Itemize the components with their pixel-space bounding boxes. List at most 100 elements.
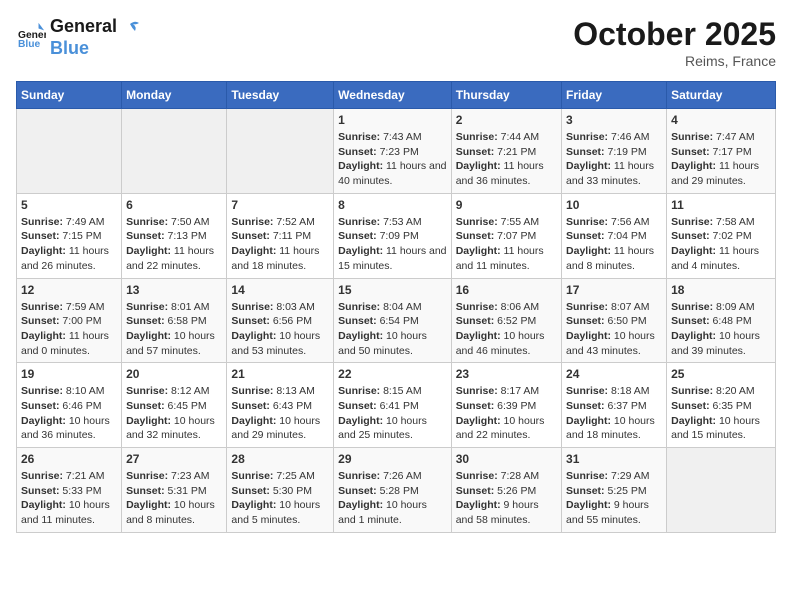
header-day-sunday: Sunday: [17, 82, 122, 109]
cell-content: Sunrise: 7:29 AMSunset: 5:25 PMDaylight:…: [566, 469, 662, 528]
day-number: 29: [338, 452, 447, 466]
cell-line: Sunset: 7:07 PM: [456, 229, 557, 244]
calendar-cell: 16 Sunrise: 8:06 AMSunset: 6:52 PMDayligh…: [451, 278, 561, 363]
cell-line: Daylight: 11 hours and 4 minutes.: [671, 244, 771, 273]
day-number: 14: [231, 283, 329, 297]
day-number: 12: [21, 283, 117, 297]
cell-line: Sunset: 6:56 PM: [231, 314, 329, 329]
cell-line: Daylight: 11 hours and 29 minutes.: [671, 159, 771, 188]
cell-line: Sunrise: 8:17 AM: [456, 384, 557, 399]
header-day-saturday: Saturday: [667, 82, 776, 109]
day-number: 2: [456, 113, 557, 127]
week-row-3: 19Sunrise: 8:10 AMSunset: 6:46 PMDayligh…: [17, 363, 776, 448]
cell-content: Sunrise: 7:55 AMSunset: 7:07 PMDaylight:…: [456, 215, 557, 274]
day-number: 23: [456, 367, 557, 381]
day-number: 5: [21, 198, 117, 212]
cell-content: Sunrise: 8:13 AMSunset: 6:43 PMDaylight:…: [231, 384, 329, 443]
cell-content: Sunrise: 7:52 AMSunset: 7:11 PMDaylight:…: [231, 215, 329, 274]
day-number: 18: [671, 283, 771, 297]
cell-line: Sunset: 7:21 PM: [456, 145, 557, 160]
cell-line: Sunset: 5:28 PM: [338, 484, 447, 499]
cell-line: Sunset: 6:54 PM: [338, 314, 447, 329]
calendar-cell: 17Sunrise: 8:07 AMSunset: 6:50 PMDayligh…: [562, 278, 667, 363]
calendar-cell: 10Sunrise: 7:56 AMSunset: 7:04 PMDayligh…: [562, 193, 667, 278]
cell-line: Sunrise: 7:29 AM: [566, 469, 662, 484]
day-number: 19: [21, 367, 117, 381]
calendar-cell: 23Sunrise: 8:17 AMSunset: 6:39 PMDayligh…: [451, 363, 561, 448]
header-day-friday: Friday: [562, 82, 667, 109]
day-number: 16: [456, 283, 557, 297]
header-row: SundayMondayTuesdayWednesdayThursdayFrid…: [17, 82, 776, 109]
cell-line: Daylight: 11 hours and 18 minutes.: [231, 244, 329, 273]
cell-line: Sunset: 7:09 PM: [338, 229, 447, 244]
cell-content: Sunrise: 8:12 AMSunset: 6:45 PMDaylight:…: [126, 384, 222, 443]
cell-line: Sunset: 6:52 PM: [456, 314, 557, 329]
cell-line: Sunset: 7:17 PM: [671, 145, 771, 160]
cell-content: Sunrise: 7:25 AMSunset: 5:30 PMDaylight:…: [231, 469, 329, 528]
cell-line: Sunrise: 7:23 AM: [126, 469, 222, 484]
cell-content: Sunrise: 7:49 AMSunset: 7:15 PMDaylight:…: [21, 215, 117, 274]
cell-line: Sunset: 5:26 PM: [456, 484, 557, 499]
cell-content: Sunrise: 8:07 AMSunset: 6:50 PMDaylight:…: [566, 300, 662, 359]
day-number: 24: [566, 367, 662, 381]
day-number: 20: [126, 367, 222, 381]
cell-content: Sunrise: 7:46 AMSunset: 7:19 PMDaylight:…: [566, 130, 662, 189]
day-number: 22: [338, 367, 447, 381]
cell-line: Sunset: 6:37 PM: [566, 399, 662, 414]
cell-line: Sunrise: 8:04 AM: [338, 300, 447, 315]
cell-line: Daylight: 10 hours and 39 minutes.: [671, 329, 771, 358]
calendar-cell: 21Sunrise: 8:13 AMSunset: 6:43 PMDayligh…: [227, 363, 334, 448]
header-day-wednesday: Wednesday: [334, 82, 452, 109]
week-row-1: 5 Sunrise: 7:49 AMSunset: 7:15 PMDaylight…: [17, 193, 776, 278]
cell-line: Sunset: 7:00 PM: [21, 314, 117, 329]
cell-content: Sunrise: 7:28 AMSunset: 5:26 PMDaylight:…: [456, 469, 557, 528]
logo: General Blue General Blue: [16, 16, 141, 59]
day-number: 26: [21, 452, 117, 466]
calendar-cell: 14 Sunrise: 8:03 AMSunset: 6:56 PMDayligh…: [227, 278, 334, 363]
calendar-cell: [17, 109, 122, 194]
header-day-tuesday: Tuesday: [227, 82, 334, 109]
calendar-cell: 1Sunrise: 7:43 AMSunset: 7:23 PMDaylight…: [334, 109, 452, 194]
cell-content: Sunrise: 8:18 AMSunset: 6:37 PMDaylight:…: [566, 384, 662, 443]
calendar-cell: 8Sunrise: 7:53 AMSunset: 7:09 PMDaylight…: [334, 193, 452, 278]
svg-text:Blue: Blue: [18, 39, 41, 49]
cell-content: Sunrise: 8:06 AMSunset: 6:52 PMDaylight:…: [456, 300, 557, 359]
cell-line: Sunset: 6:58 PM: [126, 314, 222, 329]
day-number: 1: [338, 113, 447, 127]
calendar-cell: 26Sunrise: 7:21 AMSunset: 5:33 PMDayligh…: [17, 448, 122, 533]
cell-line: Sunrise: 7:47 AM: [671, 130, 771, 145]
day-number: 9: [456, 198, 557, 212]
cell-content: Sunrise: 7:44 AMSunset: 7:21 PMDaylight:…: [456, 130, 557, 189]
cell-content: Sunrise: 8:03 AMSunset: 6:56 PMDaylight:…: [231, 300, 329, 359]
calendar-cell: 6Sunrise: 7:50 AMSunset: 7:13 PMDaylight…: [122, 193, 227, 278]
day-number: 3: [566, 113, 662, 127]
cell-content: Sunrise: 7:26 AMSunset: 5:28 PMDaylight:…: [338, 469, 447, 528]
calendar-cell: [122, 109, 227, 194]
cell-line: Sunset: 7:13 PM: [126, 229, 222, 244]
cell-line: Sunrise: 8:09 AM: [671, 300, 771, 315]
cell-line: Sunrise: 7:52 AM: [231, 215, 329, 230]
cell-line: Daylight: 10 hours and 53 minutes.: [231, 329, 329, 358]
cell-line: Sunrise: 7:53 AM: [338, 215, 447, 230]
cell-content: Sunrise: 7:58 AMSunset: 7:02 PMDaylight:…: [671, 215, 771, 274]
cell-line: Sunset: 6:50 PM: [566, 314, 662, 329]
calendar-cell: 28Sunrise: 7:25 AMSunset: 5:30 PMDayligh…: [227, 448, 334, 533]
calendar-table: SundayMondayTuesdayWednesdayThursdayFrid…: [16, 81, 776, 533]
cell-line: Sunrise: 8:20 AM: [671, 384, 771, 399]
calendar-body: 1Sunrise: 7:43 AMSunset: 7:23 PMDaylight…: [17, 109, 776, 533]
cell-line: Daylight: 10 hours and 36 minutes.: [21, 414, 117, 443]
cell-line: Sunrise: 7:58 AM: [671, 215, 771, 230]
calendar-cell: 25Sunrise: 8:20 AMSunset: 6:35 PMDayligh…: [667, 363, 776, 448]
cell-line: Sunset: 6:46 PM: [21, 399, 117, 414]
cell-line: Daylight: 11 hours and 0 minutes.: [21, 329, 117, 358]
calendar-cell: [667, 448, 776, 533]
cell-content: Sunrise: 7:47 AMSunset: 7:17 PMDaylight:…: [671, 130, 771, 189]
cell-line: Daylight: 9 hours and 55 minutes.: [566, 498, 662, 527]
cell-line: Daylight: 10 hours and 57 minutes.: [126, 329, 222, 358]
cell-line: Sunrise: 7:55 AM: [456, 215, 557, 230]
cell-line: Sunrise: 7:46 AM: [566, 130, 662, 145]
calendar-cell: 12Sunrise: 7:59 AMSunset: 7:00 PMDayligh…: [17, 278, 122, 363]
cell-line: Sunrise: 8:06 AM: [456, 300, 557, 315]
day-number: 27: [126, 452, 222, 466]
calendar-cell: 31Sunrise: 7:29 AMSunset: 5:25 PMDayligh…: [562, 448, 667, 533]
